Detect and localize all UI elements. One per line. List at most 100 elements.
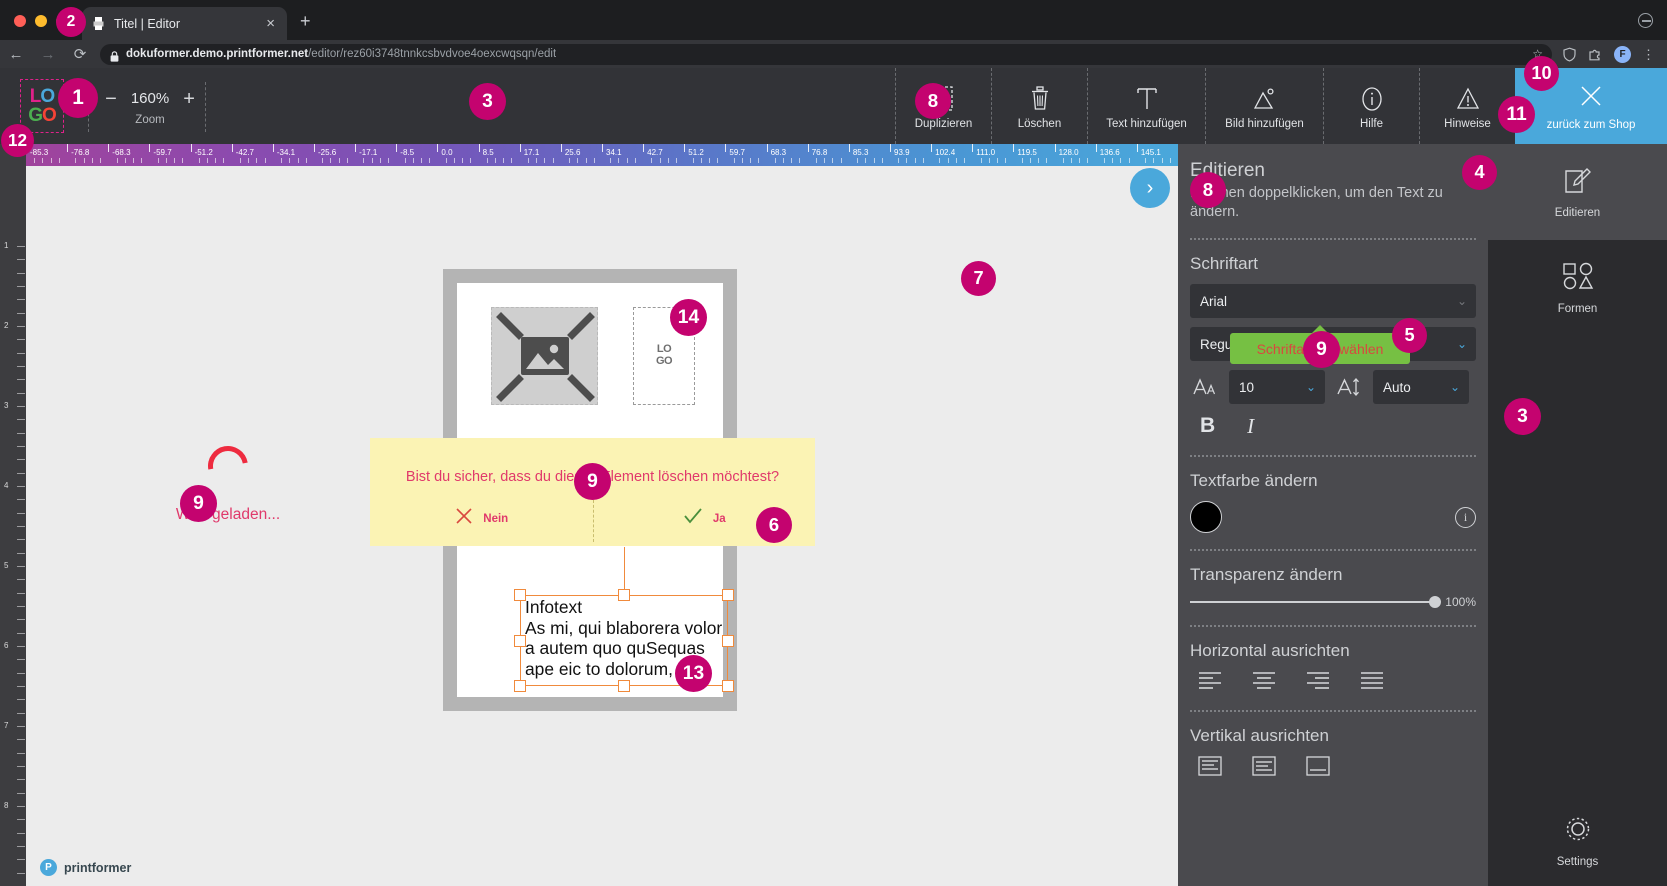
ruler-minor-tick (215, 158, 216, 163)
tool-loeschen[interactable]: Löschen (991, 68, 1087, 144)
opacity-slider[interactable] (1190, 601, 1435, 603)
line-height-select[interactable]: Auto ⌄ (1373, 370, 1469, 404)
ruler-horizontal[interactable]: -85.3-76.8-68.3-59.7-51.2-42.7-34.1-25.6… (26, 144, 1178, 166)
callout-badge-7: 7 (961, 261, 996, 296)
resize-handle-ml[interactable] (514, 635, 526, 647)
ruler-minor-tick (1030, 158, 1031, 163)
url-domain: dokuformer.demo.printformer.net (126, 48, 308, 60)
panel-title: Editieren (1190, 160, 1476, 182)
printformer-brand: P printformer (40, 859, 131, 876)
ruler-minor-tick (742, 158, 743, 163)
tool-bild-hinzufuegen[interactable]: Bild hinzufügen (1205, 68, 1323, 144)
valign-top-icon[interactable] (1198, 756, 1222, 781)
opacity-slider-knob[interactable] (1429, 596, 1441, 608)
profile-avatar[interactable]: F (1614, 46, 1631, 63)
resize-handle-tl[interactable] (514, 589, 526, 601)
align-right-icon[interactable] (1306, 671, 1330, 694)
sidebar-item-settings[interactable]: Settings (1488, 813, 1667, 868)
ruler-minor-tick (17, 766, 25, 767)
puzzle-extension-icon[interactable] (1588, 47, 1603, 62)
close-icon[interactable]: × (263, 16, 278, 31)
ruler-minor-tick (586, 158, 587, 163)
minimize-window-button[interactable] (35, 15, 47, 27)
ruler-vertical[interactable]: 12345678 (0, 166, 26, 886)
ruler-label: 8.5 (483, 148, 494, 157)
forward-button[interactable]: → (32, 47, 64, 62)
zoom-row: − 160% + (105, 89, 195, 109)
info-icon[interactable]: i (1455, 507, 1476, 528)
zoom-in-button[interactable]: + (183, 89, 195, 109)
ruler-tick (725, 144, 726, 152)
bold-button[interactable]: B (1200, 414, 1215, 439)
align-justify-icon[interactable] (1360, 671, 1384, 694)
ruler-minor-tick (487, 158, 488, 163)
logo-letter-o1: O (40, 87, 54, 106)
align-center-icon[interactable] (1252, 671, 1276, 694)
font-size-select[interactable]: 10 ⌄ (1229, 370, 1325, 404)
confirm-no-label: Nein (483, 513, 508, 525)
resize-handle-bl[interactable] (514, 680, 526, 692)
image-placeholder-icon (521, 337, 569, 375)
zoom-value: 160% (131, 90, 169, 107)
zoom-out-button[interactable]: − (105, 89, 117, 109)
sidebar-item-editieren[interactable]: Editieren (1488, 144, 1667, 240)
ruler-minor-tick (775, 158, 776, 163)
close-window-button[interactable] (14, 15, 26, 27)
logo-slot-line2: GO (656, 356, 672, 368)
tool-label: Löschen (1018, 118, 1061, 130)
image-placeholder-frame[interactable] (491, 307, 598, 405)
text-color-swatch[interactable] (1190, 501, 1222, 533)
tool-hilfe[interactable]: Hilfe (1323, 68, 1419, 144)
shield-extension-icon[interactable] (1562, 47, 1577, 62)
sidebar-item-label: Formen (1558, 303, 1598, 315)
ruler-tick (108, 144, 109, 152)
resize-handle-mr[interactable] (722, 635, 734, 647)
ruler-minor-tick (734, 158, 735, 163)
sidebar-item-formen[interactable]: Formen (1488, 240, 1667, 336)
font-size-icon (1190, 376, 1220, 398)
new-tab-button[interactable]: + (300, 12, 311, 30)
ruler-minor-tick (17, 779, 25, 780)
align-left-icon[interactable] (1198, 671, 1222, 694)
browser-tab[interactable]: Titel | Editor × (82, 7, 287, 40)
ruler-label: 111.0 (976, 148, 995, 157)
italic-button[interactable]: I (1247, 414, 1254, 439)
ruler-minor-tick (528, 158, 529, 163)
resize-handle-tc[interactable] (618, 589, 630, 601)
valign-middle-icon[interactable] (1252, 756, 1276, 781)
ruler-minor-tick (256, 158, 257, 163)
ruler-tick (602, 144, 603, 152)
panel-expand-chevron-icon[interactable]: › (1130, 168, 1170, 208)
font-family-select[interactable]: Arial ⌄ (1190, 284, 1476, 318)
ruler-label: 136.6 (1100, 148, 1120, 157)
confirm-actions: Nein Ja (370, 506, 815, 531)
ruler-label: 128.0 (1059, 148, 1079, 157)
ruler-minor-tick (17, 339, 25, 340)
ruler-minor-tick (405, 158, 406, 163)
panel-divider-5 (1190, 710, 1476, 712)
resize-handle-tr[interactable] (722, 589, 734, 601)
ruler-minor-tick (339, 158, 340, 163)
logo-placeholder-badge[interactable]: LO GO (20, 79, 64, 133)
tool-text-hinzufuegen[interactable]: Text hinzufügen (1087, 68, 1205, 144)
trash-icon (1027, 83, 1053, 115)
valign-bottom-icon[interactable] (1306, 756, 1330, 781)
ruler-tick (890, 144, 891, 152)
resize-handle-bc[interactable] (618, 680, 630, 692)
confirm-no-button[interactable]: Nein (370, 506, 593, 531)
ruler-tick (561, 144, 562, 152)
resize-handle-br[interactable] (722, 680, 734, 692)
ruler-minor-tick (898, 158, 899, 163)
window-menu-icon[interactable] (1638, 13, 1653, 28)
callout-badge-4: 4 (1462, 155, 1497, 190)
line-height-icon (1334, 376, 1364, 398)
ruler-minor-tick (372, 158, 373, 163)
reload-button[interactable]: ⟳ (64, 47, 96, 62)
back-button[interactable]: ← (0, 47, 32, 62)
text-style-row: B I (1190, 404, 1476, 439)
browser-menu-icon[interactable]: ⋮ (1642, 48, 1655, 61)
ruler-minor-tick (281, 158, 282, 163)
editor-canvas[interactable]: › Wird geladen... (26, 166, 1178, 886)
ruler-tick (808, 144, 809, 152)
address-input[interactable]: dokuformer.demo.printformer.net/editor/r… (100, 44, 1552, 65)
